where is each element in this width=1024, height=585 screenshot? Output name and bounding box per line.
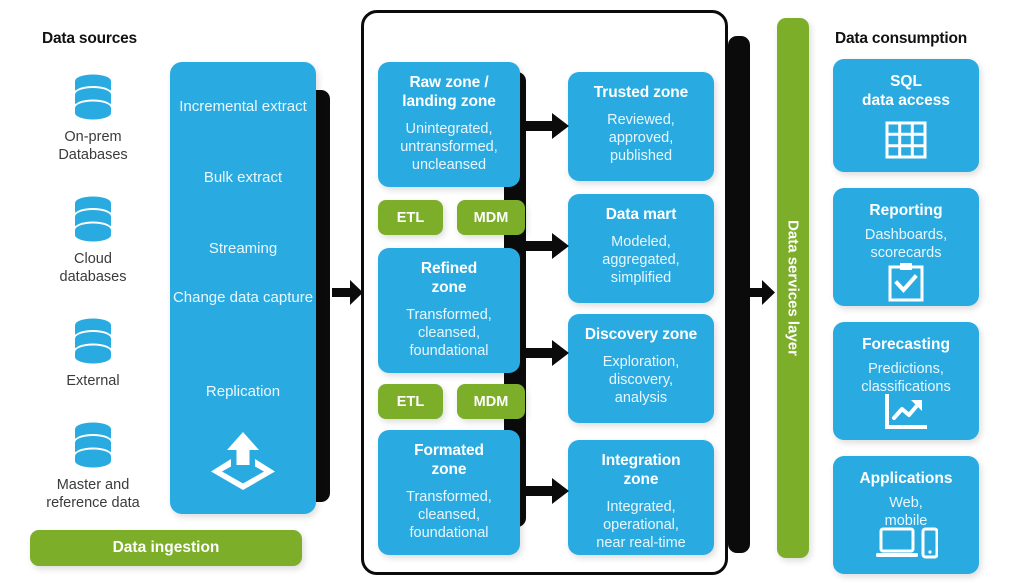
database-icon [75,422,111,468]
zone-title: Data mart [605,206,677,223]
database-icon [75,196,111,242]
zone-title: Refined zone [420,260,478,296]
data-services-layer[interactable]: Data services layer [777,18,809,558]
zone-formated[interactable]: Formated zone Transformed, cleansed, fou… [378,430,520,555]
pill-label: MDM [473,209,509,226]
source-item-external[interactable]: External [8,314,178,391]
arrow-refined-to-discovery [524,340,569,366]
ingestion-method-streaming: Streaming [208,240,278,257]
source-label: Master and reference data [46,477,140,511]
data-consumption-title: Data consumption [835,30,968,47]
consumption-card-title: Forecasting [862,336,950,353]
pill-label: ETL [396,209,425,226]
consumption-card-title: Reporting [869,202,943,219]
source-label: Cloud databases [59,251,127,285]
zone-refined[interactable]: Refined zone Transformed, cleansed, foun… [378,248,520,373]
ingestion-method-change-data-capture: Change data capture [172,289,314,306]
table-grid-icon [885,121,927,159]
pill-etl-2[interactable]: ETL [378,384,443,419]
arrow-formated-to-integration [524,478,569,504]
zone-title: Formated zone [414,442,484,478]
pill-mdm-2[interactable]: MDM [457,384,525,419]
consumption-card-description: Predictions, classifications [861,360,951,395]
zone-data-mart[interactable]: Data mart Modeled, aggregated, simplifie… [568,194,714,303]
consumption-card-title: SQL data access [862,73,950,109]
consumption-card-sql-data-access[interactable]: SQL data access [833,59,979,172]
pill-label: MDM [473,393,509,410]
arrow-ingestion-to-warehouse [332,280,363,305]
devices-icon [876,527,938,559]
arrow-warehouse-to-services [742,280,775,305]
consumption-card-description: Dashboards, scorecards [864,226,948,261]
zone-description: Transformed, cleansed, foundational [406,306,492,359]
ingestion-method-replication: Replication [205,383,281,400]
zone-discovery[interactable]: Discovery zone Exploration, discovery, a… [568,314,714,423]
zone-description: Transformed, cleansed, foundational [406,488,492,541]
line-chart-up-icon [885,394,927,429]
clipboard-check-icon [888,263,924,302]
source-label: External [66,373,120,389]
arrow-raw-to-trusted [524,113,569,139]
zone-title: Raw zone / landing zone [402,74,496,110]
upload-icon [211,432,275,490]
zone-description: Reviewed, approved, published [607,111,675,164]
zone-title: Discovery zone [584,326,698,343]
data-ingestion-bar[interactable]: Data ingestion [30,530,302,566]
source-item-master-reference[interactable]: Master and reference data [8,418,178,512]
zone-integration[interactable]: Integration zone Integrated, operational… [568,440,714,555]
zone-description: Modeled, aggregated, simplified [602,233,680,286]
database-icon [75,74,111,120]
diagram-canvas: Data sources Data warehouse / data lake … [0,0,1024,585]
zone-description: Integrated, operational, near real-time [596,498,686,551]
consumption-card-reporting[interactable]: Reporting Dashboards, scorecards [833,188,979,306]
arrow-refined-to-data-mart [524,233,569,259]
ingestion-column[interactable]: Incremental extract Bulk extract Streami… [170,62,316,514]
source-item-on-prem[interactable]: On-prem Databases [8,70,178,164]
consumption-card-title: Applications [859,470,953,487]
data-ingestion-label: Data ingestion [112,539,220,556]
source-item-cloud[interactable]: Cloud databases [8,192,178,286]
pill-etl-1[interactable]: ETL [378,200,443,235]
ingestion-method-bulk-extract: Bulk extract [203,169,283,186]
zone-title: Trusted zone [593,84,689,101]
pill-mdm-1[interactable]: MDM [457,200,525,235]
data-sources-title: Data sources [42,30,137,47]
zone-raw-landing[interactable]: Raw zone / landing zone Unintegrated, un… [378,62,520,187]
pill-label: ETL [396,393,425,410]
zone-description: Unintegrated, untransformed, uncleansed [400,120,498,173]
zone-trusted[interactable]: Trusted zone Reviewed, approved, publish… [568,72,714,181]
zone-description: Exploration, discovery, analysis [602,353,680,406]
consumption-card-forecasting[interactable]: Forecasting Predictions, classifications [833,322,979,440]
source-label: On-prem Databases [58,129,128,163]
consumption-card-description: Web, mobile [884,494,928,529]
ingestion-method-incremental-extract: Incremental extract [179,98,307,115]
consumption-card-applications[interactable]: Applications Web, mobile [833,456,979,574]
data-services-layer-label: Data services layer [784,220,802,356]
database-icon [75,318,111,364]
zone-title: Integration zone [601,452,681,488]
